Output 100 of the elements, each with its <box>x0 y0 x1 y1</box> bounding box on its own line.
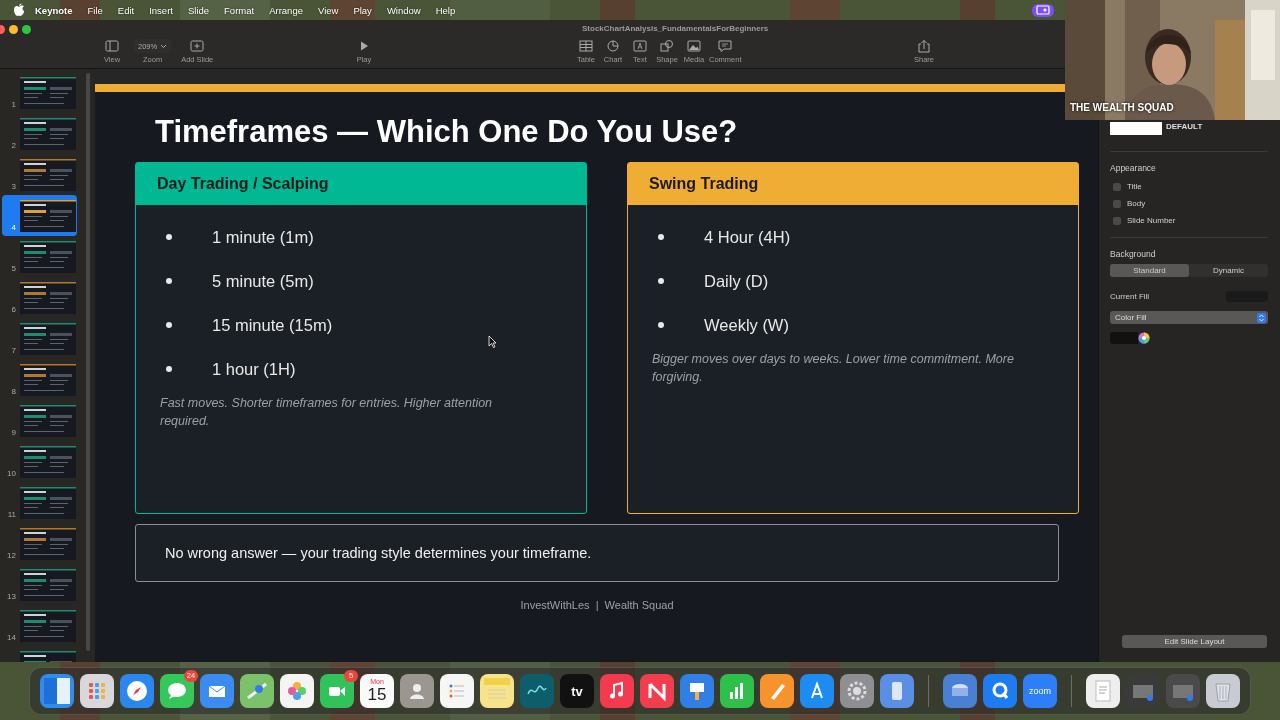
slide-thumbnail[interactable] <box>20 446 76 478</box>
dock-app-button[interactable] <box>800 674 834 708</box>
pie-chart-icon <box>605 39 621 53</box>
fill-type-popup[interactable]: Color Fill <box>1110 311 1268 324</box>
app-icon <box>44 678 70 704</box>
dock-app-button[interactable] <box>640 674 674 708</box>
slide-thumbnail[interactable] <box>20 487 76 519</box>
zoom-button[interactable] <box>22 25 31 34</box>
dock-app-button[interactable] <box>240 674 274 708</box>
dock-app-button[interactable] <box>400 674 434 708</box>
slide-number: 6 <box>10 305 16 316</box>
dock-app-button[interactable] <box>80 674 114 708</box>
scroll-bar[interactable] <box>86 73 90 651</box>
segment-button[interactable]: Standard <box>1110 264 1189 277</box>
video-name-label: THE WEALTH SQUAD <box>1070 102 1174 113</box>
slide-number: 10 <box>6 469 16 480</box>
dock-app-button[interactable] <box>280 674 314 708</box>
slide-thumbnail[interactable] <box>20 77 76 109</box>
checkbox-label: Title <box>1127 182 1142 191</box>
checkbox[interactable] <box>1113 216 1121 225</box>
dock-app-button[interactable] <box>1086 674 1120 708</box>
dock-app-button[interactable] <box>600 674 634 708</box>
list-item: 1 hour (1H) <box>212 359 296 379</box>
dock-app-button[interactable] <box>440 674 474 708</box>
window-title: StockChartAnalysis_FundamentalsForBeginners <box>582 24 769 33</box>
list-item: 5 minute (5m) <box>212 271 314 291</box>
slide-thumbnail[interactable] <box>20 610 76 642</box>
dock-app-button[interactable]: zoom <box>1023 674 1057 708</box>
slide-thumbnail[interactable] <box>20 282 76 314</box>
dock-app-button[interactable] <box>880 674 914 708</box>
dock-app-button[interactable]: tv <box>560 674 594 708</box>
list-item: 4 Hour (4H) <box>704 227 791 247</box>
slide-number: 1 <box>10 100 16 111</box>
slide-thumbnail[interactable] <box>20 159 76 191</box>
compass-icon <box>124 678 150 704</box>
slide-number: 9 <box>10 428 16 439</box>
bullet-icon <box>166 322 172 328</box>
slide-thumbnail[interactable] <box>20 569 76 601</box>
slide-number: 5 <box>10 264 16 275</box>
slide-thumbnail[interactable] <box>20 118 76 150</box>
color-wheel-icon[interactable] <box>1138 332 1150 344</box>
slide-title: Timeframes — Which One Do You Use? <box>155 113 739 151</box>
dock-app-button[interactable] <box>120 674 154 708</box>
segment-button[interactable]: Dynamic <box>1189 264 1268 277</box>
field-label: Current Fill <box>1110 292 1150 301</box>
slide-footer: InvestWithLes | Wealth Squad <box>135 599 1059 611</box>
dock-app-button[interactable] <box>720 674 754 708</box>
bullet-icon <box>166 278 172 284</box>
layout-name: DEFAULT <box>1166 122 1203 131</box>
slide-thumbnail[interactable] <box>20 200 76 232</box>
slide-thumbnail[interactable] <box>20 323 76 355</box>
bullet-icon <box>658 278 664 284</box>
list-item: Weekly (W) <box>704 315 789 335</box>
bullet-icon <box>166 234 172 240</box>
list-item: 15 minute (15m) <box>212 315 333 335</box>
slide-number: 8 <box>10 387 16 398</box>
color-well[interactable] <box>1110 332 1138 344</box>
dock-app-button[interactable] <box>983 674 1017 708</box>
share-icon <box>916 39 932 53</box>
text-box-icon <box>632 39 648 53</box>
bullet-icon <box>166 366 172 372</box>
bullet-icon <box>658 234 664 240</box>
add-slide-icon <box>189 39 206 53</box>
card-header: Swing Trading <box>628 163 1078 205</box>
dock-app-button[interactable] <box>760 674 794 708</box>
dock-app-button[interactable] <box>1206 674 1240 708</box>
slide-thumbnail[interactable] <box>20 405 76 437</box>
slide-thumbnail[interactable] <box>20 241 76 273</box>
cursor-icon <box>488 335 497 348</box>
checkbox[interactable] <box>1113 199 1121 208</box>
slide-thumbnail[interactable] <box>20 364 76 396</box>
shape-icon <box>659 39 675 53</box>
bullet-icon <box>658 322 664 328</box>
dock-app-button[interactable] <box>943 674 977 708</box>
card-note: Bigger moves over days to weeks. Lower time commitment. More forgiving. <box>652 351 1015 386</box>
slide-number: 13 <box>6 592 16 603</box>
layout-swatch[interactable] <box>1110 122 1162 135</box>
chevron-down-icon <box>160 43 168 49</box>
sidebar-icon <box>104 39 120 53</box>
minimize-button[interactable] <box>9 25 18 34</box>
checkbox[interactable] <box>1113 182 1121 191</box>
dock-app-button[interactable] <box>40 674 74 708</box>
selected-slide-row[interactable]: 4 <box>2 195 77 236</box>
list-item: 1 minute (1m) <box>212 227 314 247</box>
slide-number: 11 <box>6 510 16 521</box>
checkbox-label: Body <box>1127 199 1146 208</box>
callout-text: No wrong answer — your trading style determines your timeframe. <box>135 524 1059 582</box>
dock-app-button[interactable] <box>840 674 874 708</box>
dock-app-button[interactable] <box>480 674 514 708</box>
dock-app-button[interactable] <box>200 674 234 708</box>
list-item: Daily (D) <box>704 271 769 291</box>
slide-thumbnail[interactable] <box>20 528 76 560</box>
section-title: Appearance <box>1110 163 1157 173</box>
stepper-icon <box>1257 312 1266 323</box>
slide-number: 2 <box>10 141 16 152</box>
dock-app-button[interactable] <box>680 674 714 708</box>
edit-layout-button[interactable]: Edit Slide Layout <box>1122 635 1267 648</box>
card-header: Day Trading / Scalping <box>136 163 586 205</box>
slide-number: 14 <box>6 633 16 644</box>
comment-icon <box>717 39 734 53</box>
